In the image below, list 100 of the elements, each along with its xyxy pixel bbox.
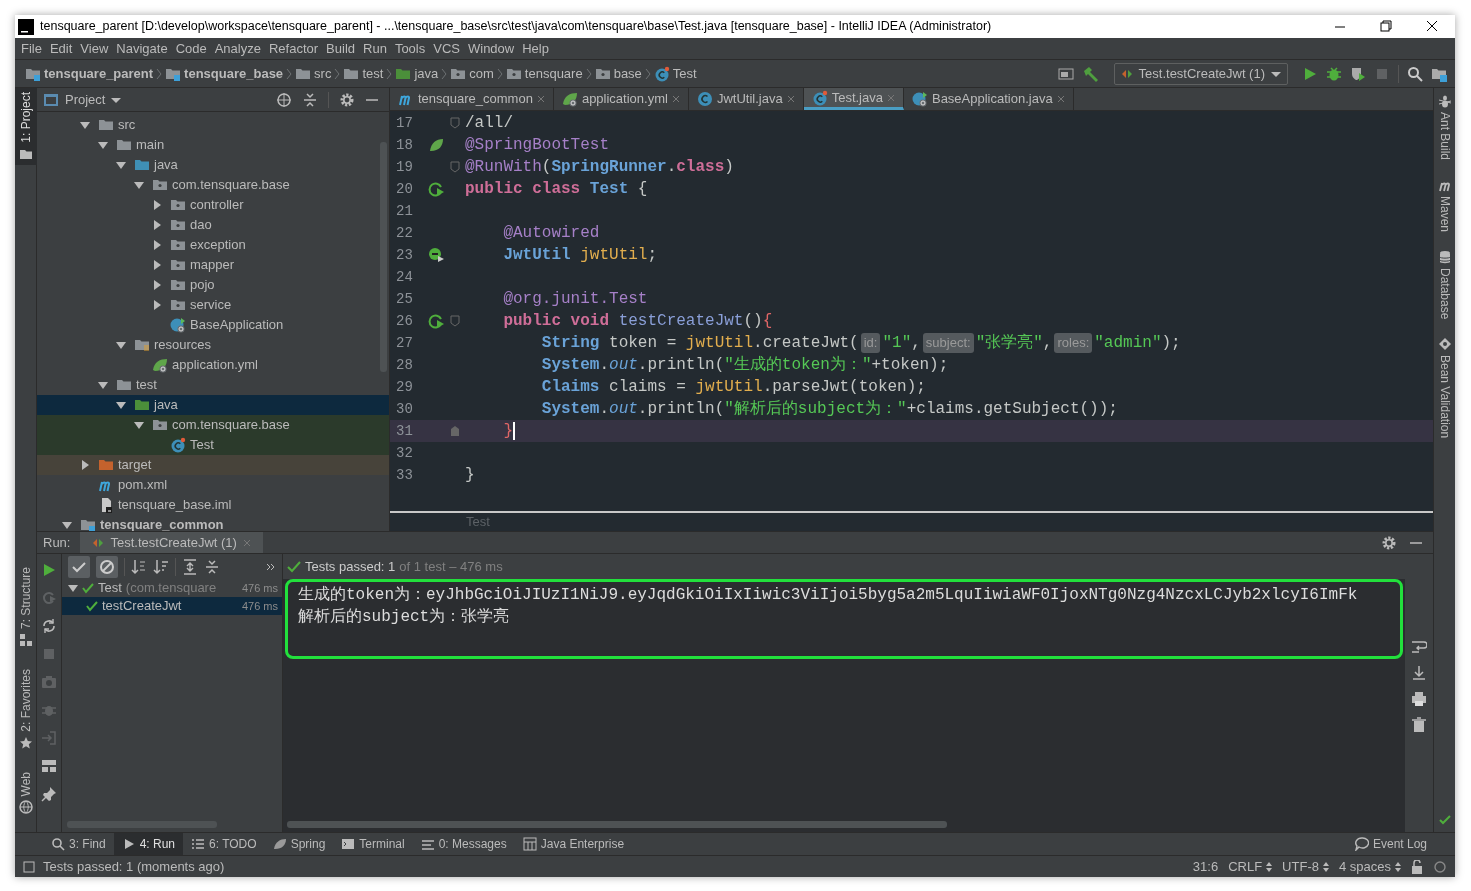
breadcrumb-item[interactable]: java bbox=[414, 63, 439, 84]
collapse-arrow-icon[interactable] bbox=[98, 380, 108, 390]
tool-window-tab[interactable]: Maven bbox=[1435, 178, 1454, 233]
collapse-arrow-icon[interactable] bbox=[116, 340, 126, 350]
menu-item[interactable]: Run bbox=[359, 38, 391, 59]
expand-arrow-icon[interactable] bbox=[152, 220, 162, 230]
tool-window-button[interactable]: 0: Messages bbox=[412, 833, 515, 855]
scrollbar[interactable] bbox=[287, 821, 947, 828]
menu-item[interactable]: Code bbox=[171, 38, 211, 59]
tree-item[interactable]: resources bbox=[37, 335, 389, 355]
tree-item[interactable]: pojo bbox=[37, 275, 389, 295]
expand-arrow-icon[interactable] bbox=[152, 200, 162, 210]
menu-item[interactable]: File bbox=[17, 38, 46, 59]
menu-item[interactable]: Edit bbox=[45, 38, 77, 59]
settings-icon[interactable] bbox=[1381, 534, 1397, 551]
tree-item[interactable]: test bbox=[37, 375, 389, 395]
menu-item[interactable]: VCS bbox=[429, 38, 464, 59]
tree-item[interactable]: tensquare_base.iml bbox=[37, 495, 389, 515]
sort-by-duration-icon[interactable] bbox=[153, 558, 169, 575]
editor-tab[interactable]: tensquare_common bbox=[390, 88, 554, 110]
menu-item[interactable]: Window bbox=[463, 38, 519, 59]
trash-icon[interactable] bbox=[1411, 717, 1427, 733]
editor-tab[interactable]: application.yml bbox=[553, 88, 689, 110]
lock-icon[interactable] bbox=[1411, 859, 1423, 874]
collapse-all-icon[interactable] bbox=[204, 558, 220, 575]
expand-arrow-icon[interactable] bbox=[80, 460, 90, 470]
indent-selector[interactable]: 4 spaces bbox=[1338, 856, 1401, 877]
breadcrumb-item[interactable]: Test bbox=[672, 63, 697, 84]
breadcrumb-item[interactable]: test bbox=[362, 63, 384, 84]
line-separator-selector[interactable]: CRLF bbox=[1228, 856, 1273, 877]
coverage-icon[interactable] bbox=[1350, 65, 1366, 82]
run-gutter-icon[interactable] bbox=[428, 181, 444, 197]
search-icon[interactable] bbox=[1407, 65, 1423, 82]
pin-icon[interactable] bbox=[41, 786, 57, 802]
tree-item[interactable]: pom.xml bbox=[37, 475, 389, 495]
run-tab[interactable]: Test.testCreateJwt (1) bbox=[80, 532, 263, 553]
menu-item[interactable]: Navigate bbox=[112, 38, 172, 59]
run-icon[interactable] bbox=[41, 562, 57, 578]
tool-window-tab[interactable]: Ant Build bbox=[1435, 94, 1454, 161]
expand-arrow-icon[interactable] bbox=[152, 260, 162, 270]
show-ignored-toggle[interactable] bbox=[96, 555, 118, 578]
breadcrumb-item[interactable]: base bbox=[613, 63, 642, 84]
layout-icon[interactable] bbox=[41, 758, 57, 774]
tool-window-button[interactable]: 4: Run bbox=[113, 833, 184, 855]
soft-wrap-icon[interactable] bbox=[1411, 639, 1427, 655]
cursor-position[interactable]: 31:6 bbox=[1192, 856, 1219, 877]
bean-icon[interactable] bbox=[428, 247, 444, 263]
tool-window-tab[interactable]: Web bbox=[15, 767, 37, 818]
tree-item[interactable]: main bbox=[37, 135, 389, 155]
breadcrumb-item[interactable]: com bbox=[469, 63, 494, 84]
tool-window-tab[interactable]: 2: Favorites bbox=[15, 664, 37, 754]
collapse-arrow-icon[interactable] bbox=[62, 520, 72, 530]
tree-item[interactable]: java bbox=[37, 155, 389, 175]
menu-item[interactable]: Build bbox=[322, 38, 359, 59]
debug-icon[interactable] bbox=[1326, 65, 1342, 82]
tree-item[interactable]: service bbox=[37, 295, 389, 315]
tree-item[interactable]: com.tensquare.base bbox=[37, 415, 389, 435]
tool-window-tab[interactable]: 7: Structure bbox=[15, 562, 37, 651]
tree-item[interactable]: exception bbox=[37, 235, 389, 255]
expand-arrow-icon[interactable] bbox=[152, 240, 162, 250]
tool-window-tab[interactable]: 1: Project bbox=[15, 88, 37, 165]
collapse-arrow-icon[interactable] bbox=[80, 120, 90, 130]
locate-icon[interactable] bbox=[276, 91, 292, 108]
tool-window-tab[interactable]: Bean Validation bbox=[1435, 337, 1454, 439]
editor-tab[interactable]: BaseApplication.java bbox=[903, 88, 1074, 110]
tree-item[interactable]: target bbox=[37, 455, 389, 475]
test-tree-item[interactable]: Test (com.tensquare 476 ms bbox=[62, 579, 282, 597]
collapse-arrow-icon[interactable] bbox=[116, 160, 126, 170]
editor-tab[interactable]: Test.java bbox=[803, 88, 904, 110]
tree-item[interactable]: java bbox=[37, 395, 389, 415]
tool-window-button[interactable]: Terminal bbox=[333, 833, 413, 855]
scroll-to-end-icon[interactable] bbox=[1411, 665, 1427, 681]
collapse-arrow-icon[interactable] bbox=[134, 180, 144, 190]
tree-item[interactable]: dao bbox=[37, 215, 389, 235]
breadcrumb-item[interactable]: src bbox=[314, 63, 332, 84]
sort-icon[interactable] bbox=[131, 558, 147, 575]
inspector-icon[interactable] bbox=[1433, 859, 1447, 874]
tool-window-button[interactable]: 6: TODO bbox=[183, 833, 265, 855]
toggle-rerun-icon[interactable] bbox=[41, 618, 57, 634]
tool-window-button[interactable]: Java Enterprise bbox=[514, 833, 633, 855]
view-selector[interactable]: Project bbox=[65, 89, 122, 110]
test-tree-item[interactable]: testCreateJwt 476 ms bbox=[62, 597, 282, 615]
breadcrumb-item[interactable]: tensquare_base bbox=[184, 63, 284, 84]
tree-item[interactable]: application.yml bbox=[37, 355, 389, 375]
tree-item[interactable]: BaseApplication bbox=[37, 315, 389, 335]
breadcrumb-item[interactable]: tensquare_parent bbox=[44, 63, 154, 84]
run-config-dropdown[interactable]: Test.testCreateJwt (1) bbox=[1113, 62, 1288, 85]
menu-item[interactable]: Refactor bbox=[264, 38, 323, 59]
tree-item[interactable]: Test bbox=[37, 435, 389, 455]
tool-window-tab[interactable]: Database bbox=[1435, 250, 1454, 320]
collapse-arrow-icon[interactable] bbox=[134, 420, 144, 430]
run-gutter-icon[interactable] bbox=[428, 313, 444, 329]
collapse-arrow-icon[interactable] bbox=[98, 140, 108, 150]
expand-arrow-icon[interactable] bbox=[152, 280, 162, 290]
tree-item[interactable]: com.tensquare.base bbox=[37, 175, 389, 195]
menu-item[interactable]: Help bbox=[518, 38, 553, 59]
event-log-button[interactable]: Event Log bbox=[1354, 835, 1427, 853]
layout-icon[interactable] bbox=[1057, 65, 1074, 82]
expand-all-icon[interactable] bbox=[182, 558, 198, 575]
collapse-arrow-icon[interactable] bbox=[68, 583, 78, 593]
